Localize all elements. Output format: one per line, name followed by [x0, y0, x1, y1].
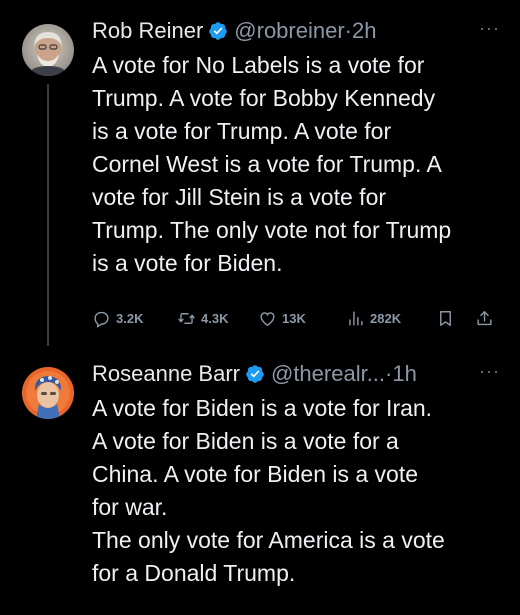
bookmark-icon — [440, 310, 451, 326]
tweet-content: Rob Reiner @robreiner · 2h ··· A vote fo… — [92, 14, 500, 280]
handle[interactable]: @robreiner — [234, 18, 344, 44]
views-count: 282K — [370, 310, 402, 326]
reply-button[interactable]: 3.2K — [92, 305, 143, 331]
tweet-actions: 3.2K 4.3K 13K 282K — [92, 305, 502, 331]
tweet-header: Roseanne Barr @therealr... · 1h ··· — [92, 357, 500, 391]
reply-count: 3.2K — [116, 310, 144, 326]
tweet-header: Rob Reiner @robreiner · 2h ··· — [92, 14, 500, 48]
avatar-woman-headscarf-icon — [22, 367, 74, 419]
tweet-text: A vote for No Labels is a vote for Trump… — [92, 52, 452, 276]
retweet-icon — [178, 312, 195, 324]
more-options-icon[interactable]: ··· — [479, 361, 500, 382]
retweet-count: 4.3K — [201, 310, 229, 326]
bookmark-button[interactable] — [436, 305, 460, 331]
avatar[interactable] — [22, 367, 74, 419]
thread-line — [47, 84, 49, 346]
like-count: 13K — [282, 310, 306, 326]
share-button[interactable] — [475, 305, 499, 331]
more-options-icon[interactable]: ··· — [479, 18, 500, 39]
tweet-rob-reiner[interactable]: Rob Reiner @robreiner · 2h ··· A vote fo… — [0, 0, 520, 346]
tweet-content: Roseanne Barr @therealr... · 1h ··· A vo… — [92, 357, 500, 590]
tweet-roseanne-barr[interactable]: Roseanne Barr @therealr... · 1h ··· A vo… — [0, 345, 520, 615]
verified-badge-icon — [245, 364, 265, 384]
separator-dot: · — [344, 18, 352, 43]
display-name[interactable]: Roseanne Barr — [92, 361, 240, 387]
reply-icon — [94, 311, 109, 328]
verified-badge-icon — [208, 21, 228, 41]
display-name[interactable]: Rob Reiner — [92, 18, 203, 44]
heart-icon — [260, 311, 275, 326]
timestamp[interactable]: 2h — [352, 18, 376, 44]
retweet-button[interactable]: 4.3K — [177, 305, 228, 331]
handle[interactable]: @therealr... — [271, 361, 385, 387]
timestamp[interactable]: 1h — [392, 361, 416, 387]
views-button[interactable]: 282K — [346, 305, 401, 331]
views-chart-icon — [349, 310, 363, 326]
tweet-text: A vote for Biden is a vote for Iran. A v… — [92, 395, 445, 586]
like-button[interactable]: 13K — [258, 305, 306, 331]
avatar[interactable] — [22, 24, 74, 76]
share-icon — [477, 310, 492, 325]
avatar-gray-haired-man-icon — [22, 24, 74, 76]
separator-dot: · — [385, 361, 393, 386]
